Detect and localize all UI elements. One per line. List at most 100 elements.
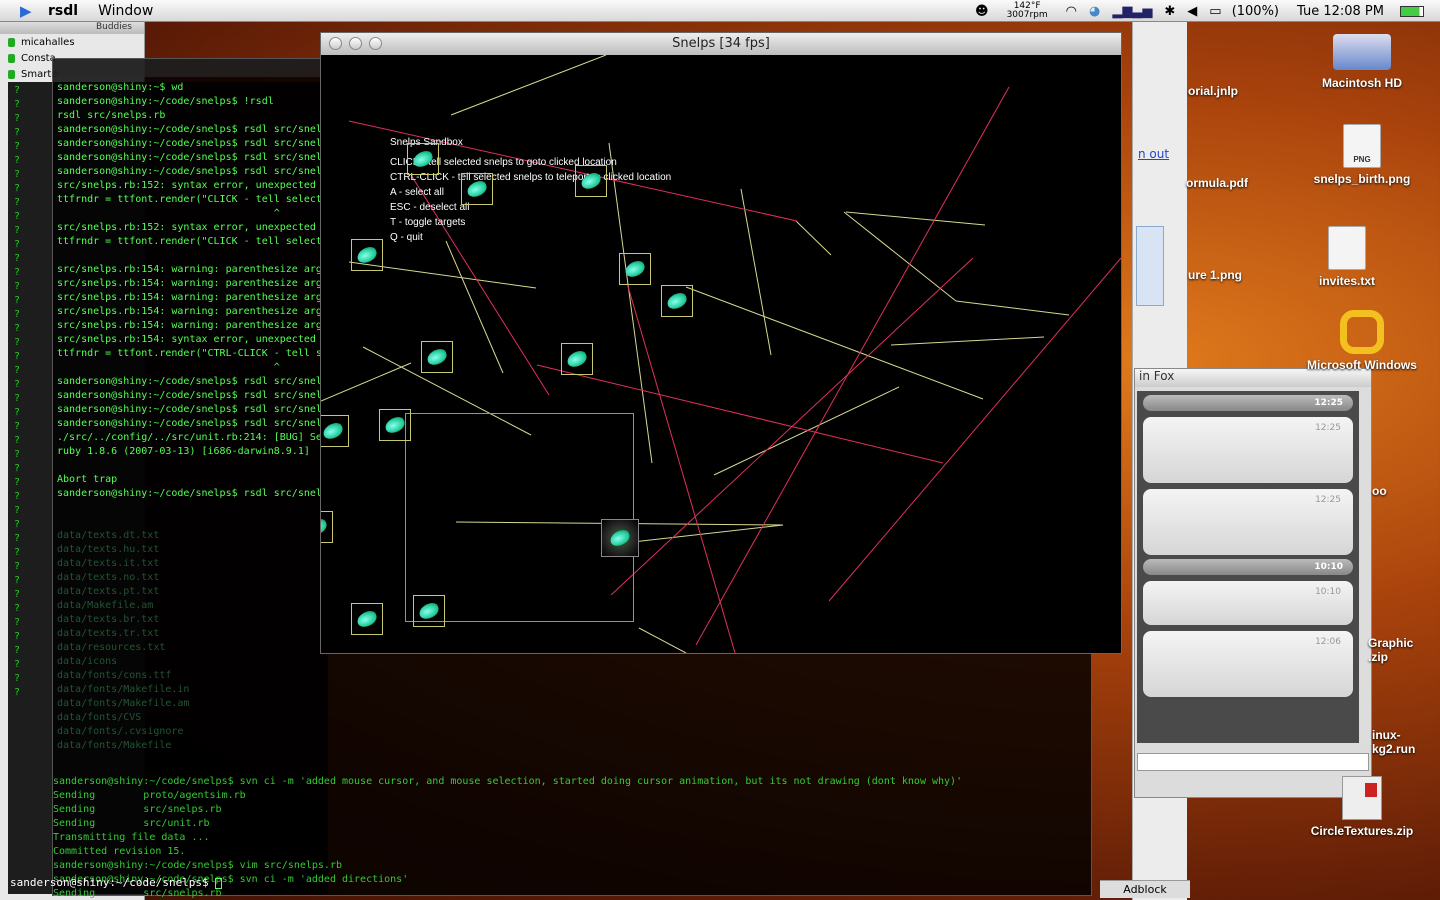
- cpu-graph-icon[interactable]: ▂▆▃▅: [1112, 4, 1152, 19]
- snelp-sprite-icon: [425, 347, 449, 367]
- snelp[interactable]: [321, 511, 333, 543]
- wifi-icon[interactable]: ◠: [1066, 4, 1077, 19]
- terminal-line: ./src/../config/../src/unit.rb:214: [BUG…: [57, 432, 322, 443]
- desktop-icon-label: invites.txt: [1318, 274, 1375, 288]
- snelps-titlebar[interactable]: Snelps [34 fps]: [321, 33, 1121, 55]
- snelp[interactable]: [561, 343, 593, 375]
- desktop-icon-snelps-birth[interactable]: PNG snelps_birth.png: [1306, 124, 1418, 186]
- desktop-icon-label: snelps_birth.png: [1313, 172, 1411, 186]
- snelp[interactable]: [421, 341, 453, 373]
- battery-icon[interactable]: [1400, 5, 1424, 17]
- terminal-ghost-line: data/texts.hu.txt: [57, 544, 160, 555]
- terminal-line: sanderson@shiny:~/code/snelps$ rsdl src/…: [57, 376, 322, 387]
- chat-bubble: 12:06: [1143, 631, 1353, 697]
- desktop-label-partial[interactable]: ormula.pdf: [1186, 176, 1248, 190]
- terminal-ghost-line: data/Makefile.am: [57, 600, 154, 611]
- terminal-history-line: Sending src/unit.rb: [53, 818, 210, 829]
- snelp[interactable]: [661, 285, 693, 317]
- close-button[interactable]: [329, 37, 342, 50]
- terminal-history-line: Sending proto/agentsim.rb: [53, 790, 246, 801]
- snelps-window[interactable]: Snelps [34 fps] Snelps Sandbox CLICK - t…: [320, 32, 1122, 654]
- desktop-label-partial[interactable]: Graphic .zip: [1368, 636, 1428, 664]
- snelp-sprite-icon: [321, 517, 329, 537]
- terminal-history-line: Committed revision 15.: [53, 846, 186, 857]
- terminal-ghost-line: data/resources.txt: [57, 642, 166, 653]
- buddy-name: Consta: [21, 52, 56, 64]
- terminal-line: sanderson@shiny:~/code/snelps$ rsdl src/…: [57, 166, 322, 177]
- prompt-text: sanderson@shiny:~/code/snelps$: [10, 876, 216, 889]
- snelps-title: Snelps [34 fps]: [672, 36, 770, 51]
- chat-window[interactable]: in Fox 12:25 12:25 12:25 10:10 10:10 12:…: [1134, 368, 1372, 798]
- bluetooth-icon[interactable]: ✱: [1164, 4, 1175, 19]
- desktop-icon-invites[interactable]: invites.txt: [1306, 226, 1388, 288]
- volume-icon[interactable]: ◀: [1187, 4, 1197, 19]
- snelp-selected[interactable]: [601, 519, 639, 557]
- terminal-line: ttfrndr = ttfont.render("CTRL-CLICK - te…: [57, 348, 322, 359]
- terminal-ghost-line: data/texts.it.txt: [57, 558, 160, 569]
- terminal-ghost-line: data/fonts/cons.ttf: [57, 670, 172, 681]
- terminal-line: Abort trap: [57, 474, 118, 485]
- desktop-label-partial[interactable]: inux- kg2.run: [1372, 728, 1432, 756]
- terminal-ghost-output: data/texts.dt.txt data/texts.hu.txt data/t…: [57, 529, 189, 753]
- hard-drive-icon: [1333, 34, 1391, 70]
- terminal-output: sanderson@shiny:~$ wd sanderson@shiny:~/c…: [57, 81, 322, 501]
- desktop-label-partial[interactable]: oo: [1372, 484, 1387, 498]
- terminal-ghost-line: data/fonts/Makefile: [57, 740, 172, 751]
- snelp[interactable]: [351, 603, 383, 635]
- minimize-button[interactable]: [349, 37, 362, 50]
- zip-file-icon: [1342, 776, 1382, 820]
- app-menu[interactable]: rsdl: [48, 3, 78, 19]
- desktop-icon-circle-textures[interactable]: CircleTextures.zip: [1300, 776, 1424, 838]
- terminal-ghost-line: data/fonts/Makefile.in: [57, 684, 190, 695]
- desktop-label-partial[interactable]: ure 1.png: [1188, 268, 1242, 282]
- sign-out-link[interactable]: n out: [1138, 147, 1169, 161]
- buddy-item[interactable]: micahalles: [0, 34, 144, 50]
- snelp[interactable]: [575, 165, 607, 197]
- png-file-icon: PNG: [1343, 124, 1381, 168]
- terminal-prompt[interactable]: sanderson@shiny:~/code/snelps$: [10, 876, 223, 889]
- office-logo-icon: [1340, 310, 1384, 354]
- battery-status[interactable]: ▭ (100%): [1209, 4, 1285, 19]
- terminal-ghost-line: data/icons: [57, 656, 118, 667]
- chat-scrollbar[interactable]: [1361, 391, 1371, 743]
- chat-transcript: 12:25 12:25 12:25 10:10 10:10 12:06: [1137, 391, 1359, 743]
- chat-input[interactable]: [1137, 753, 1369, 771]
- adblock-button[interactable]: Adblock: [1100, 880, 1190, 898]
- snelp[interactable]: [619, 253, 651, 285]
- play-icon[interactable]: ▶: [20, 3, 36, 19]
- terminal-history-line: sanderson@shiny:~/code/snelps$ vim src/s…: [53, 860, 342, 871]
- fan-value: 3007rpm: [1006, 10, 1048, 20]
- terminal-line: sanderson@shiny:~/code/snelps$ rsdl src/…: [57, 418, 322, 429]
- snelp[interactable]: [413, 595, 445, 627]
- menubar: ▶ rsdl Window ☻ 142°F 3007rpm ◠ ◕ ▂▆▃▅ ✱ …: [0, 0, 1440, 22]
- snelp[interactable]: [351, 239, 383, 271]
- online-icon: [8, 53, 15, 63]
- zoom-button[interactable]: [369, 37, 382, 50]
- game-canvas[interactable]: Snelps Sandbox CLICK - tell selected sne…: [321, 55, 1121, 653]
- snelp[interactable]: [321, 415, 349, 447]
- terminal-line: sanderson@shiny:~/code/snelps$ rsdl src/…: [57, 152, 322, 163]
- terminal-history-line: Sending src/snelps.rb: [53, 804, 222, 815]
- pie-icon[interactable]: ◕: [1089, 4, 1100, 19]
- terminal-history-line: sanderson@shiny:~/code/snelps$ svn ci -m…: [53, 776, 963, 787]
- online-icon: [8, 37, 15, 47]
- snelp[interactable]: [379, 409, 411, 441]
- temperature-readout[interactable]: 142°F 3007rpm: [1001, 2, 1054, 20]
- terminal-line: ^: [57, 208, 280, 219]
- window-menu[interactable]: Window: [98, 3, 153, 19]
- terminal-line: ttfrndr = ttfont.render("CLICK - tell se…: [57, 194, 322, 205]
- snelp[interactable]: [461, 173, 493, 205]
- terminal-line: src/snelps.rb:152: syntax error, unexpec…: [57, 222, 316, 233]
- terminal-line: src/snelps.rb:154: syntax error, unexpec…: [57, 334, 316, 345]
- clock[interactable]: Tue 12:08 PM: [1297, 4, 1384, 19]
- desktop-icon-macintosh-hd[interactable]: Macintosh HD: [1312, 34, 1412, 90]
- chat-bubble: 12:25: [1143, 417, 1353, 483]
- selection-rectangle: [405, 413, 634, 622]
- desktop-icon-microsoft-windows[interactable]: Microsoft Windows: [1302, 310, 1422, 372]
- desktop-label-partial[interactable]: orial.jnlp: [1188, 84, 1238, 98]
- snelp-sprite-icon: [383, 415, 407, 435]
- snelp[interactable]: [407, 143, 439, 175]
- status-icon[interactable]: ☻: [975, 4, 989, 19]
